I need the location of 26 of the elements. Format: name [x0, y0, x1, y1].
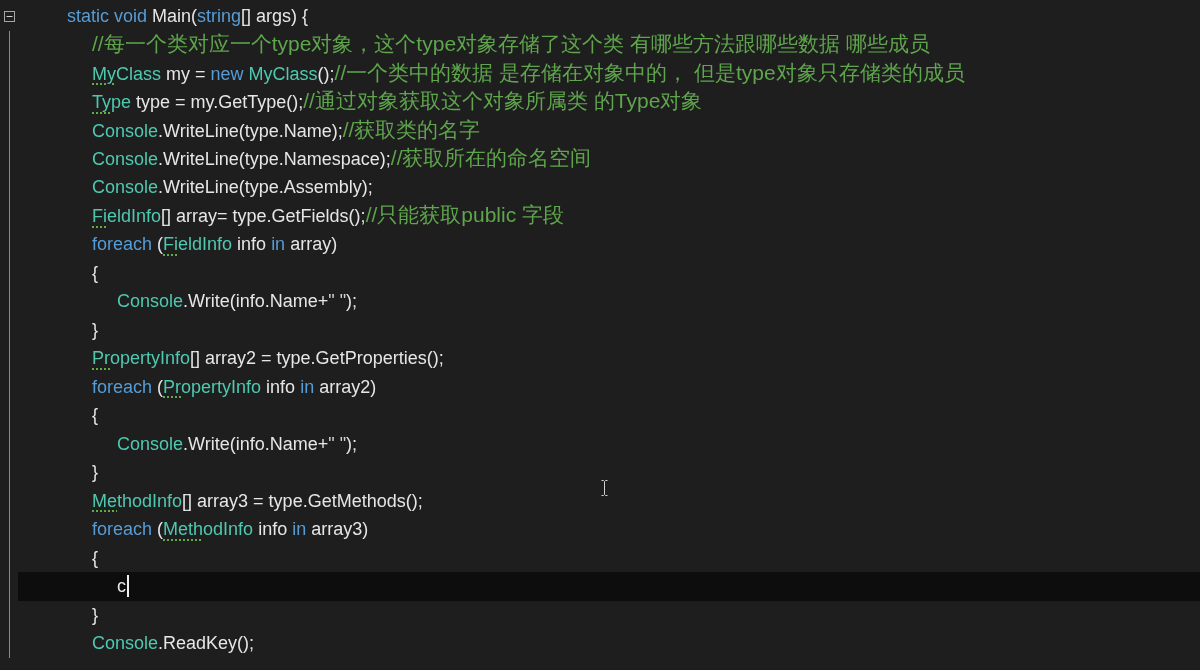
- code-line: foreach (MethodInfo info in array3): [92, 518, 369, 542]
- code-line: Console.WriteLine(type.Namespace);//获取所在的命名空间: [92, 146, 592, 172]
- code-line: }: [92, 603, 98, 627]
- text-caret-icon: [127, 575, 129, 598]
- code-line: Console.ReadKey();: [92, 632, 255, 656]
- code-line: Console.WriteLine(type.Assembly);: [92, 176, 373, 200]
- code-line: //每一个类对应一个type对象，这个type对象存储了这个类 有哪些方法跟哪些数据 哪些成员: [92, 32, 930, 58]
- code-line: foreach (PropertyInfo info in array2): [92, 375, 377, 399]
- code-line: static void Main(string[] args) {: [67, 5, 309, 29]
- code-line: }: [92, 318, 98, 342]
- code-line: }: [92, 461, 98, 485]
- i-beam-pointer-icon: [601, 480, 608, 496]
- code-line: PropertyInfo[] array2 = type.GetProperties();: [92, 347, 444, 371]
- code-line: Type type = my.GetType();//通过对象获取这个对象所属类 的Type对象: [92, 89, 703, 115]
- code-line: {: [92, 261, 98, 285]
- code-line: Console.Write(info.Name+" ");: [117, 432, 358, 456]
- code-line: Console.Write(info.Name+" ");: [117, 290, 358, 314]
- code-line: {: [92, 546, 98, 570]
- code-line: Console.WriteLine(type.Name);//获取类的名字: [92, 117, 481, 143]
- code-line: c: [117, 575, 126, 599]
- code-line: {: [92, 404, 98, 428]
- collapse-icon[interactable]: [4, 10, 15, 22]
- code-line: MyClass my = new MyClass();//一个类中的数据 是存储在对象中的， 但是type对象只存储类的成员: [92, 60, 965, 86]
- code-line: foreach (FieldInfo info in array): [92, 233, 338, 257]
- code-line: MethodInfo[] array3 = type.GetMethods();: [92, 489, 423, 513]
- code-line: FieldInfo[] array= type.GetFields();//只能获取public 字段: [92, 203, 564, 229]
